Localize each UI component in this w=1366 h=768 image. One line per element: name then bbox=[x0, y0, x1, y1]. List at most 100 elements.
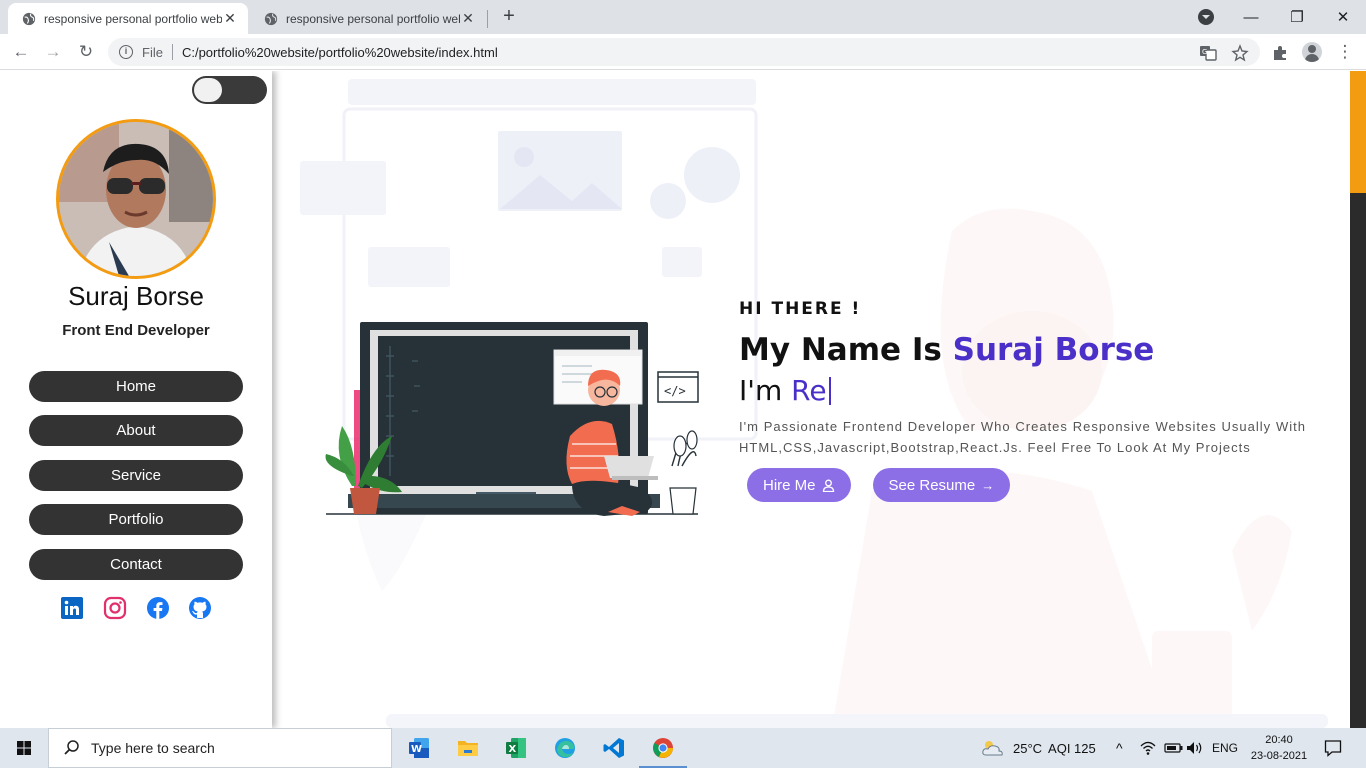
tab-close-icon[interactable]: ✕ bbox=[222, 10, 238, 27]
linkedin-icon[interactable] bbox=[60, 596, 84, 620]
nav-service[interactable]: Service bbox=[29, 459, 243, 491]
profile-photo bbox=[56, 119, 216, 279]
browser-menu-icon[interactable]: ⋮ bbox=[1334, 41, 1356, 63]
reload-button[interactable]: ↻ bbox=[75, 41, 97, 63]
tab-search-icon[interactable] bbox=[1198, 9, 1214, 25]
typed-text: Re bbox=[791, 374, 827, 407]
edge-app[interactable] bbox=[541, 728, 589, 768]
url-text[interactable]: C:/portfolio%20website/portfolio%20websi… bbox=[182, 45, 498, 60]
user-icon bbox=[822, 479, 834, 492]
social-links bbox=[58, 596, 218, 620]
instagram-icon[interactable] bbox=[103, 596, 127, 620]
hero-buttons: Hire Me See Resume → bbox=[747, 468, 1306, 502]
profile-avatar-icon[interactable] bbox=[1302, 42, 1322, 62]
typed-prefix: I'm bbox=[739, 374, 783, 407]
hero-headline: My Name Is Suraj Borse bbox=[739, 332, 1306, 368]
see-resume-label: See Resume bbox=[888, 476, 976, 494]
vscode-icon bbox=[603, 738, 624, 758]
nav-portfolio[interactable]: Portfolio bbox=[29, 504, 243, 536]
headline-name: Suraj Borse bbox=[952, 332, 1155, 368]
chrome-icon bbox=[653, 738, 673, 758]
svg-text:X: X bbox=[509, 744, 517, 755]
toggle-knob[interactable] bbox=[194, 78, 222, 102]
search-icon bbox=[64, 740, 79, 755]
translate-icon[interactable]: G bbox=[1199, 44, 1217, 62]
browser-toolbar: ← → ↻ i File C:/portfolio%20website/port… bbox=[0, 34, 1366, 70]
file-explorer-icon bbox=[458, 741, 478, 756]
address-bar[interactable]: i File C:/portfolio%20website/portfolio%… bbox=[108, 38, 1260, 66]
info-icon[interactable]: i bbox=[119, 45, 133, 59]
window-close-button[interactable]: ✕ bbox=[1320, 0, 1366, 34]
tab-close-icon[interactable]: ✕ bbox=[460, 10, 476, 27]
typed-role: I'm Re bbox=[739, 374, 1306, 407]
hero-section: HI THERE ! My Name Is Suraj Borse I'm Re… bbox=[739, 299, 1306, 502]
page-viewport: Suraj Borse Front End Developer Home Abo… bbox=[0, 71, 1366, 728]
see-resume-button[interactable]: See Resume → bbox=[872, 468, 1011, 502]
hire-me-label: Hire Me bbox=[763, 476, 816, 494]
battery-icon[interactable] bbox=[1164, 740, 1184, 756]
tab-title: responsive personal portfolio website bbox=[44, 11, 222, 26]
hero-greeting: HI THERE ! bbox=[739, 299, 862, 319]
excel-app[interactable]: X bbox=[492, 728, 540, 768]
taskbar: Type here to search W X 25°C AQI 125 ^ E… bbox=[0, 728, 1366, 768]
back-button[interactable]: ← bbox=[10, 41, 32, 63]
show-hidden-icons-icon[interactable]: ^ bbox=[1116, 728, 1123, 768]
minimize-button[interactable]: — bbox=[1228, 0, 1274, 34]
arrow-right-icon: → bbox=[981, 477, 995, 493]
profile-photo-illustration bbox=[59, 122, 213, 276]
vscode-app[interactable] bbox=[590, 728, 638, 768]
headline-prefix: My Name Is bbox=[739, 332, 942, 368]
notifications-icon[interactable] bbox=[1324, 739, 1342, 757]
sidebar: Suraj Borse Front End Developer Home Abo… bbox=[0, 71, 272, 728]
url-divider bbox=[171, 44, 173, 60]
browser-tab-strip: responsive personal portfolio website ✕ … bbox=[0, 0, 1366, 34]
weather-widget[interactable]: 25°C AQI 125 bbox=[980, 728, 1096, 768]
url-scheme: File bbox=[142, 44, 163, 60]
scrollbar-thumb[interactable] bbox=[1350, 71, 1366, 193]
svg-text:</>: </> bbox=[664, 384, 686, 398]
word-app[interactable]: W bbox=[395, 728, 443, 768]
profile-role: Front End Developer bbox=[62, 322, 210, 339]
maximize-button[interactable]: ❐ bbox=[1274, 0, 1320, 34]
browser-tab-inactive[interactable]: responsive personal portfolio website ✕ bbox=[250, 3, 486, 34]
profile-name: Suraj Borse bbox=[68, 281, 204, 311]
nav-contact[interactable]: Contact bbox=[29, 548, 243, 580]
chrome-app[interactable] bbox=[639, 728, 687, 768]
weather-cloud-icon bbox=[982, 741, 1003, 756]
nav-about[interactable]: About bbox=[29, 415, 243, 447]
word-icon: W bbox=[409, 738, 429, 758]
forward-button[interactable]: → bbox=[42, 41, 64, 63]
facebook-icon[interactable] bbox=[146, 596, 170, 620]
file-explorer-app[interactable] bbox=[444, 728, 492, 768]
extensions-icon[interactable] bbox=[1271, 44, 1289, 62]
dark-mode-toggle[interactable] bbox=[192, 76, 267, 104]
new-tab-button[interactable]: + bbox=[498, 5, 520, 27]
globe-icon bbox=[264, 12, 278, 25]
wifi-icon[interactable] bbox=[1140, 740, 1156, 756]
developer-illustration: </> bbox=[325, 322, 699, 516]
windows-start-icon[interactable] bbox=[0, 728, 48, 768]
github-icon[interactable] bbox=[188, 596, 212, 620]
page-scrollbar[interactable] bbox=[1350, 71, 1366, 728]
hero-description: I'm Passionate Frontend Developer Who Cr… bbox=[739, 419, 1306, 455]
system-clock[interactable]: 20:40 23-08-2021 bbox=[1246, 732, 1312, 764]
excel-icon: X bbox=[506, 738, 526, 758]
volume-icon[interactable] bbox=[1186, 740, 1204, 756]
weather-temp: 25°C bbox=[1013, 740, 1043, 756]
search-placeholder: Type here to search bbox=[91, 740, 215, 756]
browser-tab-active[interactable]: responsive personal portfolio website ✕ bbox=[8, 3, 248, 34]
svg-text:G: G bbox=[1202, 48, 1207, 56]
taskbar-search[interactable]: Type here to search bbox=[48, 728, 392, 768]
input-language[interactable]: ENG bbox=[1212, 728, 1238, 768]
hire-me-button[interactable]: Hire Me bbox=[747, 468, 851, 502]
nav-home[interactable]: Home bbox=[29, 371, 243, 402]
edge-icon bbox=[555, 738, 575, 758]
globe-icon bbox=[22, 12, 36, 25]
bookmark-star-icon[interactable] bbox=[1231, 44, 1249, 62]
weather-aqi: AQI 125 bbox=[1048, 740, 1096, 756]
typing-caret bbox=[828, 377, 831, 405]
svg-text:W: W bbox=[411, 744, 422, 755]
tab-separator bbox=[487, 10, 488, 28]
clock-date: 23-08-2021 bbox=[1250, 750, 1308, 762]
tab-title: responsive personal portfolio website bbox=[286, 11, 460, 26]
